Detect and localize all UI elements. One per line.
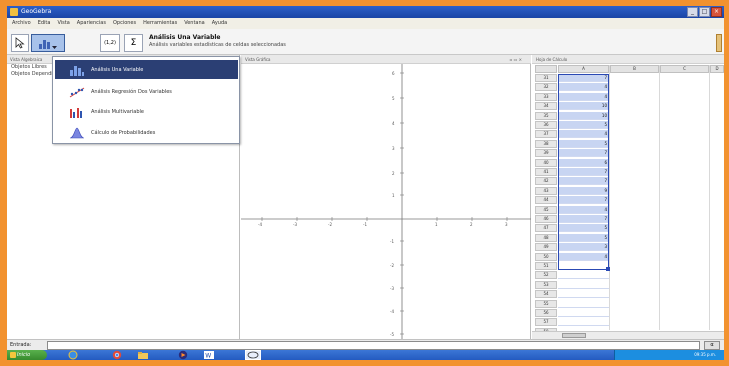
alpha-button[interactable]: α (704, 341, 720, 350)
dropdown-item-multivariable-analysis[interactable]: Análisis Multivariable (55, 102, 238, 121)
x-tick-label: 3 (505, 222, 508, 227)
histogram-icon (39, 39, 57, 49)
spreadsheet-view-header: Hoja de Cálculo (532, 55, 724, 64)
tool-title: Análisis Una Variable (149, 34, 221, 41)
dropdown-item-label: Análisis Una Variable (91, 66, 144, 73)
histogram-icon (69, 63, 85, 76)
move-tool-button[interactable] (11, 34, 29, 52)
app-icon (10, 8, 18, 16)
media-player-icon[interactable] (177, 350, 189, 360)
application-window: GeoGebra _ □ × Archivo Edita Vista Apari… (7, 6, 724, 360)
scatter-icon (69, 85, 85, 98)
menu-help[interactable]: Ayuda (212, 18, 227, 29)
x-tick-label: -4 (258, 222, 262, 227)
undo-redo-strip[interactable] (716, 34, 722, 52)
svg-text:W: W (205, 353, 211, 360)
x-tick-label: -2 (328, 222, 332, 227)
dropdown-item-label: Análisis Multivariable (91, 108, 145, 115)
clock: 09:35 p.m. (694, 352, 716, 357)
title-bar: GeoGebra _ □ × (7, 6, 724, 18)
y-tick-label: 1 (392, 193, 395, 198)
y-tick-label: -1 (390, 239, 394, 244)
windows-logo-icon (10, 352, 16, 358)
dropdown-item-probability-calculator[interactable]: Cálculo de Probabilidades (55, 123, 238, 142)
start-button[interactable]: Inicio (7, 350, 47, 360)
input-label: Entrada: (10, 342, 32, 348)
window-controls: _ □ × (687, 7, 722, 17)
view-controls[interactable]: ▫ ▭ × (510, 55, 522, 64)
maximize-button[interactable]: □ (699, 7, 710, 17)
x-tick-label: 2 (470, 222, 473, 227)
menu-perspectives[interactable]: Apariencias (77, 18, 106, 29)
word-icon[interactable]: W (203, 350, 215, 360)
menu-window[interactable]: Ventana (184, 18, 205, 29)
folder-icon[interactable] (137, 350, 149, 360)
x-tick-label: 1 (435, 222, 438, 227)
menu-file[interactable]: Archivo (12, 18, 31, 29)
graphics-view-header: Vista Gráfica (241, 55, 531, 64)
multi-bar-icon (69, 105, 85, 118)
menu-options[interactable]: Opciones (113, 18, 136, 29)
y-tick-label: -3 (390, 286, 394, 291)
dropdown-item-label: Cálculo de Probabilidades (91, 129, 156, 136)
internet-explorer-icon[interactable] (67, 350, 79, 360)
graphics-view[interactable]: Vista Gráfica ▫ ▭ × -4 -3 -2 -1 1 2 3 6 … (241, 55, 531, 339)
geogebra-icon[interactable] (245, 350, 261, 360)
dropdown-item-one-variable-analysis[interactable]: Análisis Una Variable (55, 60, 238, 79)
scrollbar-thumb[interactable] (562, 333, 586, 338)
system-tray: 09:35 p.m. (614, 350, 724, 360)
chrome-icon[interactable] (111, 350, 123, 360)
formula-button-label: (1,2) (104, 40, 116, 46)
menu-tools[interactable]: Herramientas (143, 18, 177, 29)
minimize-button[interactable]: _ (687, 7, 698, 17)
spreadsheet-view[interactable]: Hoja de Cálculo A B C D 31 7 32 4 33 4 34 10 35 1… (532, 55, 724, 339)
dropdown-item-two-variable-regression[interactable]: Análisis Regresión Dos Variables (55, 82, 238, 101)
y-tick-label: -5 (390, 332, 394, 337)
y-tick-label: -2 (390, 263, 394, 268)
y-tick-label: 2 (392, 171, 395, 176)
input-bar: Entrada: α (7, 339, 724, 350)
fill-handle[interactable] (606, 267, 610, 271)
close-button[interactable]: × (711, 7, 722, 17)
cursor-arrow-icon (15, 37, 25, 49)
toolbar: (1,2) Σ Análisis Una Variable Análisis v… (7, 29, 724, 55)
taskbar: Inicio W 09:35 p.m. (7, 350, 724, 360)
formula-tool-button[interactable]: (1,2) (100, 34, 120, 52)
analysis-tool-dropdown: Análisis Una Variable Análisis Regresión… (52, 56, 240, 144)
y-tick-label: -4 (390, 309, 394, 314)
cell-selection-range[interactable] (558, 74, 609, 270)
x-tick-label: -1 (363, 222, 367, 227)
bell-curve-icon (69, 126, 85, 139)
menu-view[interactable]: Vista (57, 18, 69, 29)
tool-description: Análisis variables estadísticas de celda… (149, 42, 286, 48)
y-tick-label: 4 (392, 121, 395, 126)
menu-bar: Archivo Edita Vista Apariencias Opciones… (7, 18, 724, 29)
coordinate-axes: -4 -3 -2 -1 1 2 3 6 5 4 3 2 1 -1 -2 -3 -… (241, 64, 531, 339)
dropdown-item-label: Análisis Regresión Dos Variables (91, 88, 172, 95)
input-field[interactable] (47, 341, 700, 350)
sum-button-label: Σ (130, 38, 137, 48)
x-tick-label: -3 (293, 222, 297, 227)
y-tick-label: 5 (392, 96, 395, 101)
y-tick-label: 3 (392, 146, 395, 151)
window-title: GeoGebra (21, 8, 52, 15)
start-label: Inicio (17, 352, 31, 358)
y-tick-label: 6 (392, 71, 395, 76)
sum-tool-button[interactable]: Σ (124, 34, 143, 52)
horizontal-scrollbar[interactable] (532, 331, 724, 339)
menu-edit[interactable]: Edita (38, 18, 51, 29)
one-variable-analysis-tool-button[interactable] (31, 34, 65, 52)
